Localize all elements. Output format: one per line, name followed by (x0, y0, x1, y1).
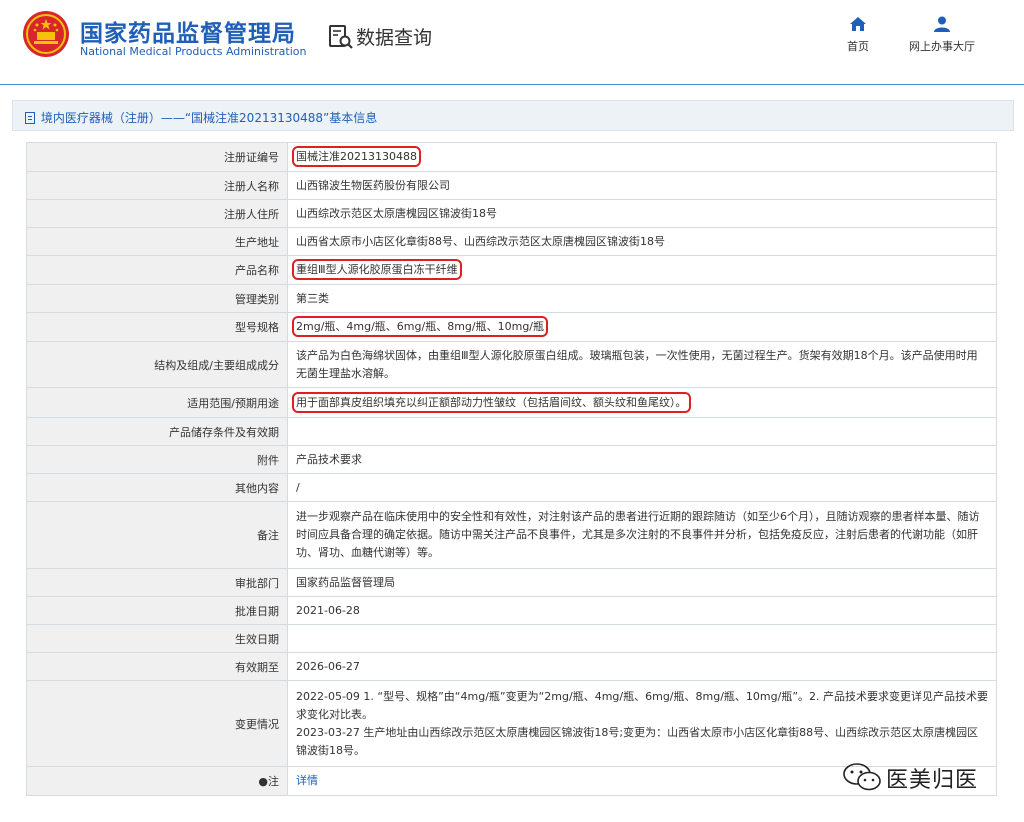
watermark-text: 医美归医 (886, 768, 979, 793)
table-row: 生产地址 山西省太原市小店区化章街88号、山西综改示范区太原唐槐园区锦波街18号 (26, 227, 997, 256)
table-row: 变更情况 2022-05-09 1. “型号、规格”由“4mg/瓶”变更为“2m… (26, 680, 997, 767)
table-row: 附件 产品技术要求 (26, 445, 997, 474)
row-value-cell: 国械注准20213130488 (287, 142, 997, 172)
registrant-name: 山西锦波生物医药股份有限公司 (287, 171, 997, 200)
change-entry: 2023-03-27 生产地址由山西综改示范区太原唐槐园区锦波街18号;变更为：… (296, 725, 979, 757)
table-row: 备注 进一步观察产品在临床使用中的安全性和有效性，对注射该产品的患者进行近期的跟… (26, 501, 997, 569)
row-label: 变更情况 (26, 680, 288, 767)
site-logo-title[interactable]: 国家药品监督管理局 (80, 14, 296, 48)
row-label: 注册人名称 (26, 171, 288, 200)
registration-number: 国械注准20213130488 (292, 146, 421, 167)
expiry-date: 2026-06-27 (287, 652, 997, 681)
row-label: 型号规格 (26, 312, 288, 342)
table-row: 产品名称 重组Ⅲ型人源化胶原蛋白冻干纤维 (26, 255, 997, 285)
row-label: 产品储存条件及有效期 (26, 417, 288, 446)
row-label: 审批部门 (26, 568, 288, 597)
row-label: ●注 (26, 766, 288, 796)
home-icon (850, 17, 866, 31)
row-label: 批准日期 (26, 596, 288, 625)
row-label: 生产地址 (26, 227, 288, 256)
table-row: 其他内容 / (26, 473, 997, 502)
change-entry: 2022-05-09 1. “型号、规格”由“4mg/瓶”变更为“2mg/瓶、4… (296, 689, 989, 721)
table-row: 批准日期 2021-06-28 (26, 596, 997, 625)
nav-online-hall[interactable]: 网上办事大厅 (900, 16, 984, 54)
wechat-icon (843, 763, 881, 791)
registration-info-table: 注册证编号 国械注准20213130488 注册人名称 山西锦波生物医药股份有限… (26, 142, 997, 796)
row-label: 结构及组成/主要组成成分 (26, 341, 288, 388)
site-header: 国家药品监督管理局 National Medical Products Admi… (0, 0, 1024, 85)
management-category: 第三类 (287, 284, 997, 313)
change-history: 2022-05-09 1. “型号、规格”由“4mg/瓶”变更为“2mg/瓶、4… (287, 680, 997, 767)
product-name: 重组Ⅲ型人源化胶原蛋白冻干纤维 (292, 259, 462, 280)
user-icon (934, 16, 950, 32)
row-label: 备注 (26, 501, 288, 569)
row-label: 适用范围/预期用途 (26, 387, 288, 418)
row-label: 管理类别 (26, 284, 288, 313)
effective-date (287, 624, 997, 653)
approval-date: 2021-06-28 (287, 596, 997, 625)
production-address: 山西省太原市小店区化章街88号、山西综改示范区太原唐槐园区锦波街18号 (287, 227, 997, 256)
row-label: 有效期至 (26, 652, 288, 681)
row-label: 注册人住所 (26, 199, 288, 228)
row-label: 产品名称 (26, 255, 288, 285)
table-row: 型号规格 2mg/瓶、4mg/瓶、6mg/瓶、8mg/瓶、10mg/瓶 (26, 312, 997, 342)
intended-use: 用于面部真皮组织填充以纠正额部动力性皱纹（包括眉间纹、额头纹和鱼尾纹）。 (292, 391, 691, 413)
structure-composition: 该产品为白色海绵状固体，由重组Ⅲ型人源化胶原蛋白组成。玻璃瓶包装，一次性使用，无… (287, 341, 997, 388)
storage-conditions (287, 417, 997, 446)
table-row: 审批部门 国家药品监督管理局 (26, 568, 997, 597)
table-row: 管理类别 第三类 (26, 284, 997, 313)
remarks: 进一步观察产品在临床使用中的安全性和有效性，对注射该产品的患者进行近期的跟踪随访… (287, 501, 997, 569)
table-row: 注册人名称 山西锦波生物医药股份有限公司 (26, 171, 997, 200)
table-row: 注册人住所 山西综改示范区太原唐槐园区锦波街18号 (26, 199, 997, 228)
table-row: 产品储存条件及有效期 (26, 417, 997, 446)
row-value-cell: 重组Ⅲ型人源化胶原蛋白冻干纤维 (287, 255, 997, 285)
row-label: 注册证编号 (26, 142, 288, 172)
row-label: 附件 (26, 445, 288, 474)
data-query-title: 数据查询 (356, 27, 433, 49)
approval-department: 国家药品监督管理局 (287, 568, 997, 597)
section-title-bar: 境内医疗器械（注册）——“国械注准20213130488”基本信息 (12, 100, 1014, 131)
site-logo-subtitle: National Medical Products Administration (80, 45, 307, 58)
table-row: 结构及组成/主要组成成分 该产品为白色海绵状固体，由重组Ⅲ型人源化胶原蛋白组成。… (26, 341, 997, 388)
document-icon (25, 112, 35, 124)
national-emblem-icon (23, 11, 69, 57)
attachment: 产品技术要求 (287, 445, 997, 474)
data-query-icon (329, 25, 353, 49)
model-specification: 2mg/瓶、4mg/瓶、6mg/瓶、8mg/瓶、10mg/瓶 (291, 316, 549, 337)
table-row: 注册证编号 国械注准20213130488 (26, 142, 997, 172)
row-label: 生效日期 (26, 624, 288, 653)
nav-home[interactable]: 首页 (843, 16, 873, 54)
table-row: 有效期至 2026-06-27 (26, 652, 997, 681)
row-value-cell: 用于面部真皮组织填充以纠正额部动力性皱纹（包括眉间纹、额头纹和鱼尾纹）。 (287, 387, 997, 418)
table-row: 生效日期 (26, 624, 997, 653)
other-content: / (287, 473, 997, 502)
table-row: 适用范围/预期用途 用于面部真皮组织填充以纠正额部动力性皱纹（包括眉间纹、额头纹… (26, 387, 997, 418)
nav-home-label: 首页 (847, 40, 869, 53)
row-value-cell: 2mg/瓶、4mg/瓶、6mg/瓶、8mg/瓶、10mg/瓶 (287, 312, 997, 342)
section-title: 境内医疗器械（注册）——“国械注准20213130488”基本信息 (40, 111, 378, 125)
details-link[interactable]: 详情 (296, 774, 318, 787)
nav-online-hall-label: 网上办事大厅 (909, 40, 975, 53)
registrant-address: 山西综改示范区太原唐槐园区锦波街18号 (287, 199, 997, 228)
row-label: 其他内容 (26, 473, 288, 502)
